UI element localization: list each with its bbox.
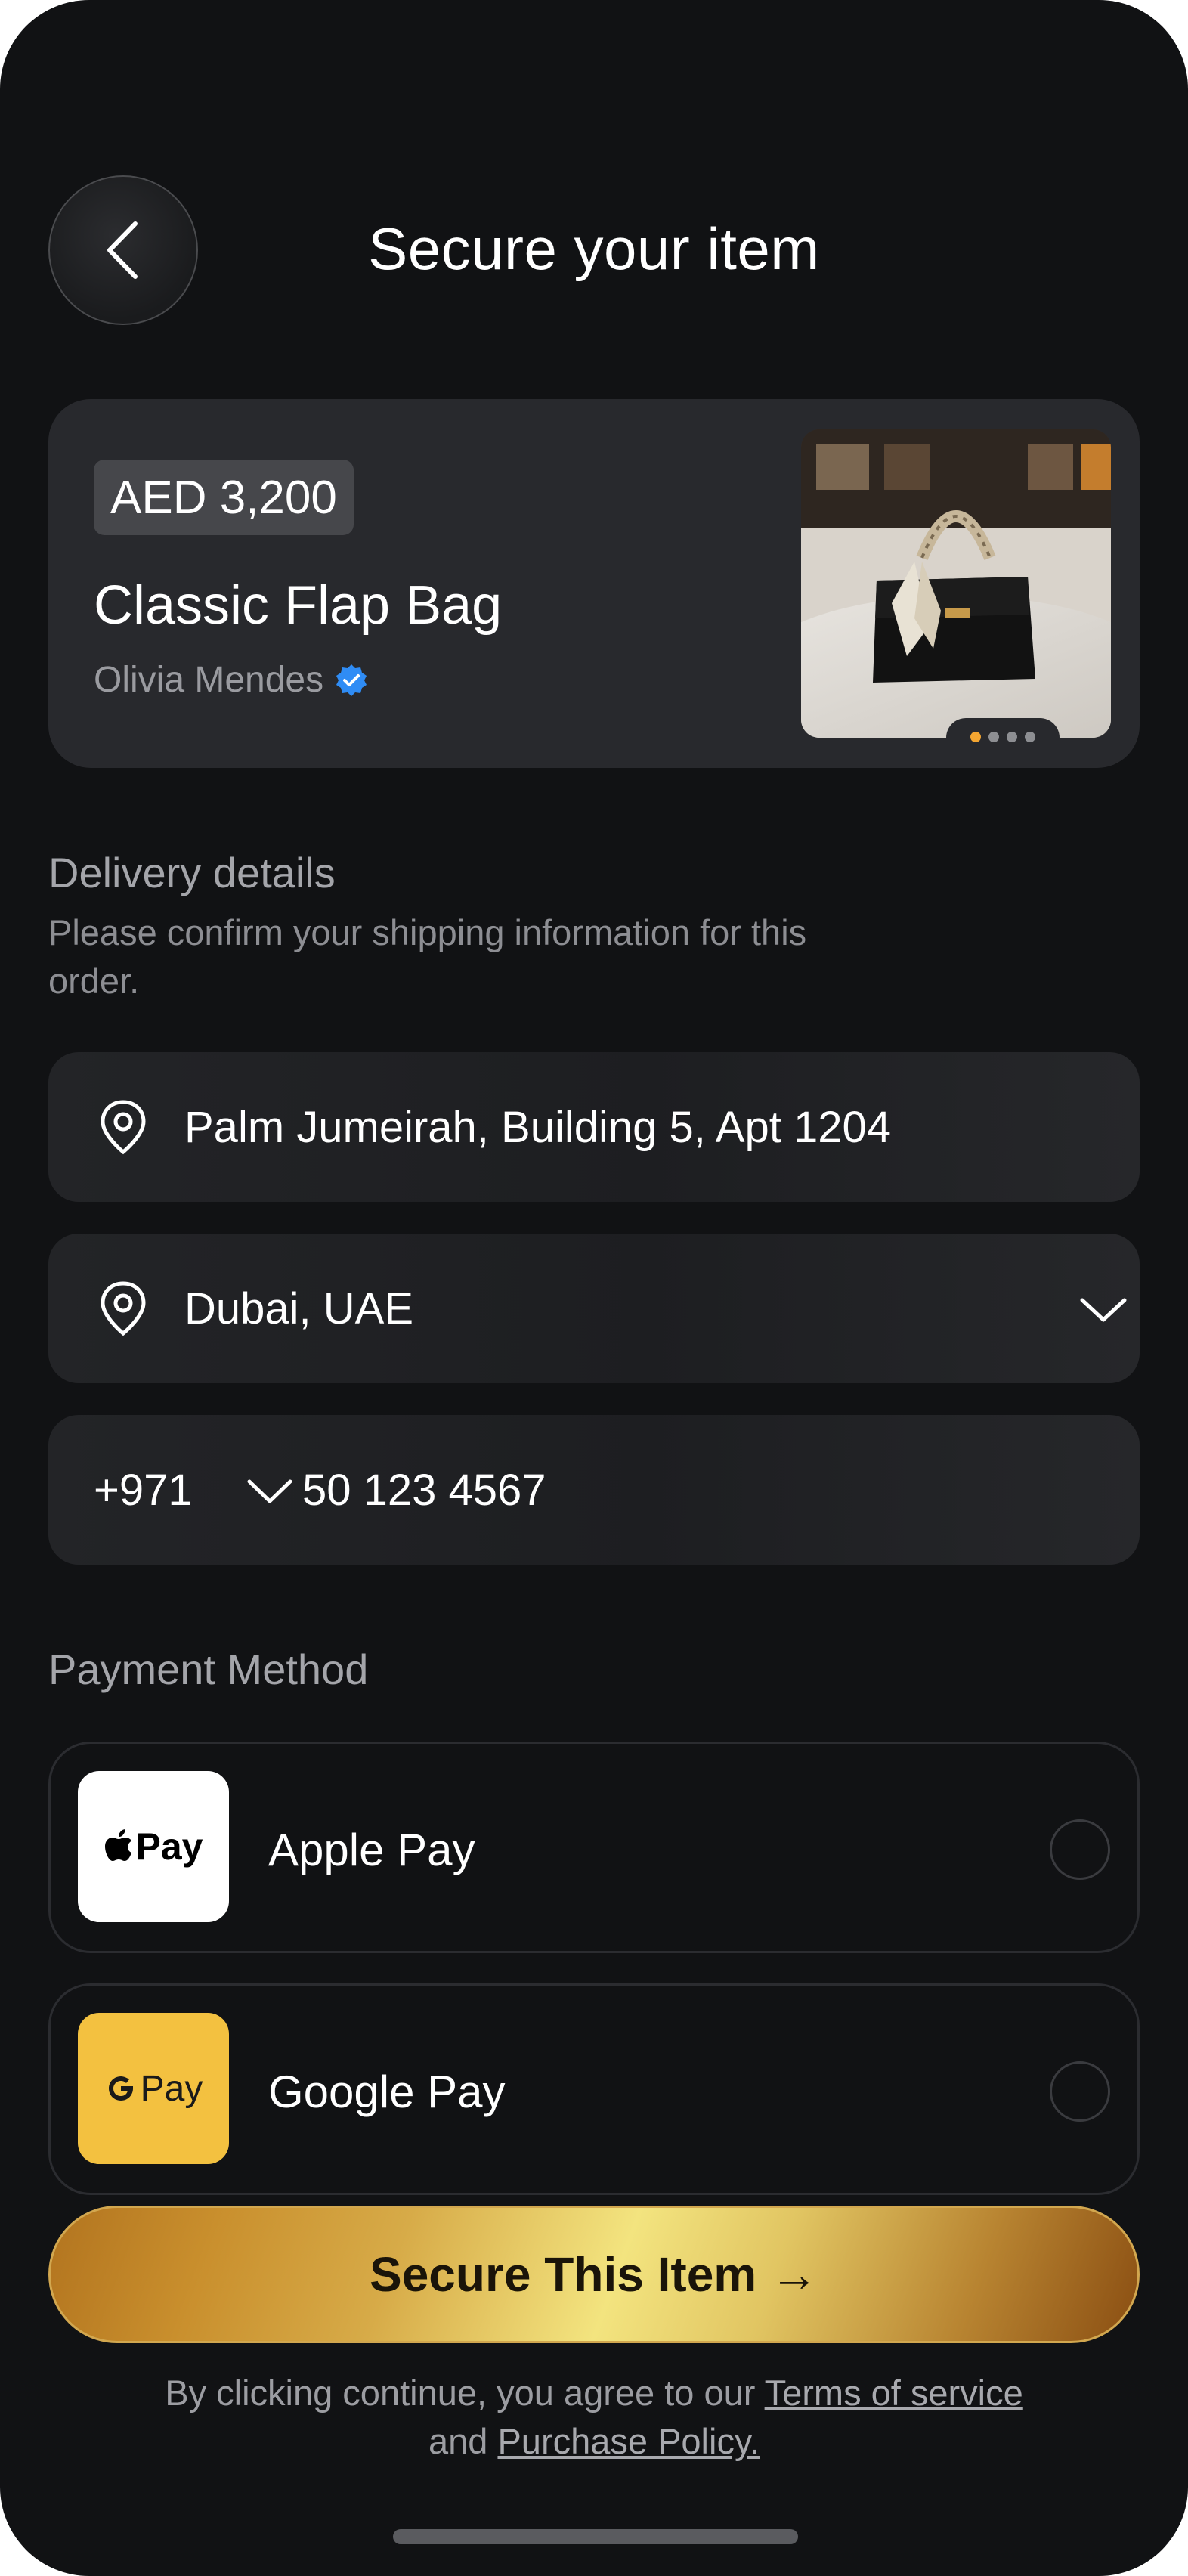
price-badge: AED 3,200 bbox=[94, 460, 354, 535]
checkout-screen: Secure your item AED 3,200 Classic Flap … bbox=[0, 0, 1188, 2576]
payment-radio[interactable] bbox=[1050, 1819, 1110, 1880]
payment-option-apple-pay[interactable]: Pay Apple Pay bbox=[48, 1742, 1140, 1953]
address-value: Palm Jumeirah, Building 5, Apt 1204 bbox=[184, 1102, 891, 1152]
pagination-dot[interactable] bbox=[1025, 732, 1035, 742]
seller-name: Olivia Mendes bbox=[94, 660, 324, 700]
apple-pay-logo: Pay bbox=[78, 1771, 229, 1922]
legal-notice: By clicking continue, you agree to our T… bbox=[151, 2369, 1037, 2466]
pagination-dot[interactable] bbox=[988, 732, 999, 742]
google-pay-logo: Pay bbox=[78, 2013, 229, 2164]
google-pay-logo-text: Pay bbox=[140, 2068, 203, 2109]
pagination-dot[interactable] bbox=[970, 732, 981, 742]
terms-of-service-link[interactable]: Terms of service bbox=[765, 2373, 1023, 2413]
payment-option-google-pay[interactable]: Pay Google Pay bbox=[48, 1983, 1140, 2195]
google-g-icon bbox=[108, 2076, 133, 2101]
verified-badge-icon bbox=[336, 664, 367, 696]
secure-item-button[interactable]: Secure This Item → bbox=[48, 2206, 1140, 2343]
chevron-down-icon[interactable] bbox=[246, 1477, 293, 1506]
handbag-photo bbox=[801, 429, 1111, 738]
product-image[interactable] bbox=[801, 429, 1111, 738]
payment-radio[interactable] bbox=[1050, 2061, 1110, 2122]
location-pin-icon bbox=[101, 1281, 146, 1336]
delivery-heading: Delivery details bbox=[48, 849, 336, 896]
home-indicator[interactable] bbox=[393, 2529, 798, 2544]
apple-pay-logo-text: Pay bbox=[135, 1825, 203, 1868]
page-title: Secure your item bbox=[368, 215, 820, 282]
product-name: Classic Flap Bag bbox=[94, 575, 503, 636]
country-code-select[interactable]: +971 bbox=[94, 1465, 193, 1516]
location-pin-icon bbox=[101, 1100, 146, 1155]
legal-middle: and bbox=[428, 2421, 498, 2461]
image-pagination[interactable] bbox=[946, 718, 1060, 756]
payment-option-label: Apple Pay bbox=[268, 1825, 475, 1875]
city-value: Dubai, UAE bbox=[184, 1283, 414, 1333]
payment-heading: Payment Method bbox=[48, 1646, 369, 1693]
delivery-subtitle: Please confirm your shipping information… bbox=[48, 912, 807, 1001]
product-card[interactable]: AED 3,200 Classic Flap Bag Olivia Mendes bbox=[48, 399, 1140, 768]
seller-row: Olivia Mendes bbox=[94, 659, 369, 701]
phone-value[interactable]: 50 123 4567 bbox=[302, 1465, 546, 1516]
apple-icon bbox=[104, 1829, 131, 1861]
payment-option-label: Google Pay bbox=[268, 2067, 506, 2117]
purchase-policy-link[interactable]: Purchase Policy. bbox=[497, 2421, 760, 2461]
address-field[interactable]: Palm Jumeirah, Building 5, Apt 1204 bbox=[48, 1052, 1140, 1202]
city-select[interactable]: Dubai, UAE bbox=[48, 1234, 1140, 1383]
pagination-dot[interactable] bbox=[1007, 732, 1017, 742]
chevron-down-icon bbox=[1080, 1298, 1127, 1322]
legal-prefix: By clicking continue, you agree to our bbox=[165, 2373, 765, 2413]
phone-field[interactable]: +971 50 123 4567 bbox=[48, 1415, 1140, 1565]
